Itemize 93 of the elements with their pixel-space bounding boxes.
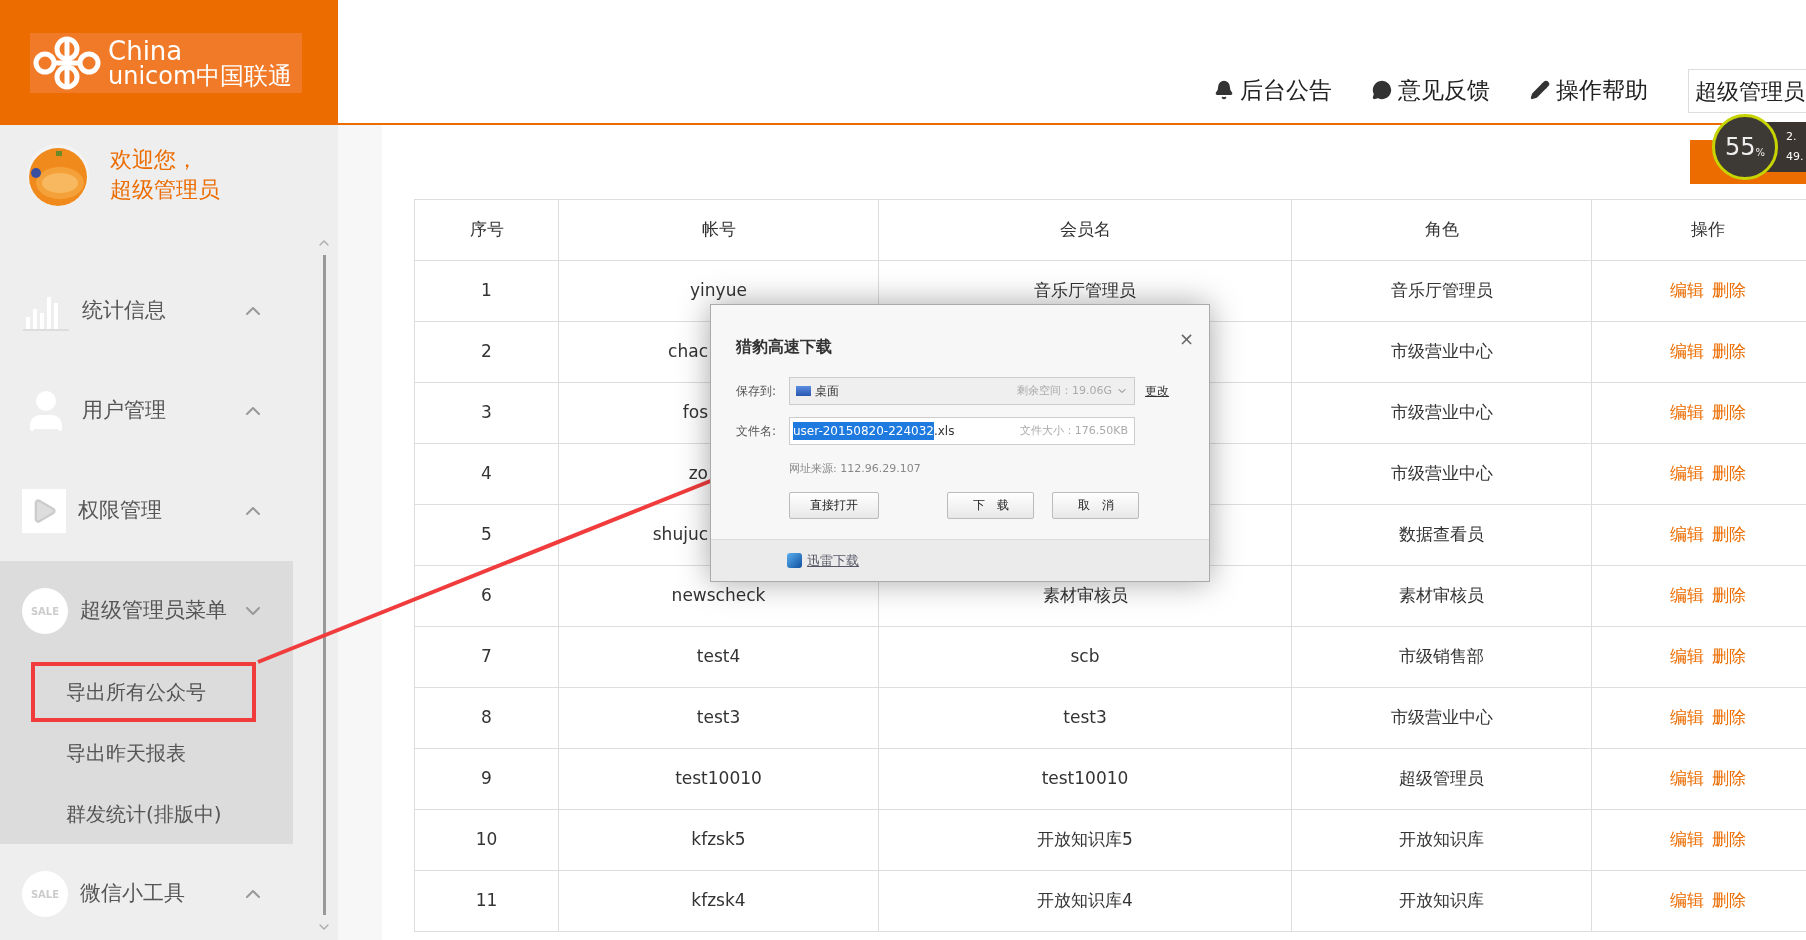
logo[interactable]: China unicom中国联通 — [30, 33, 302, 93]
table-cell: 市级营业中心 — [1292, 322, 1592, 383]
dialog-button[interactable]: 取 消 — [1052, 491, 1139, 519]
table-cell: test10010 — [559, 749, 879, 810]
action-link[interactable]: 删除 — [1711, 644, 1746, 670]
action-link[interactable]: 编辑 — [1669, 339, 1704, 365]
table-cell: kfzsk5 — [559, 810, 879, 871]
knot-logo-icon — [32, 35, 102, 91]
action-link[interactable]: 编辑 — [1669, 400, 1704, 426]
submenu-item[interactable]: 导出昨天报表 — [31, 722, 256, 783]
filename-field[interactable]: user-20150820-224032.xls 文件大小：176.50KB — [789, 417, 1135, 445]
table-cell: 4 — [415, 444, 559, 505]
submenu-item[interactable]: 导出所有公众号 — [31, 661, 256, 722]
table-cell: 7 — [415, 627, 559, 688]
play-icon — [22, 489, 66, 533]
action-link[interactable]: 编辑 — [1669, 888, 1704, 914]
table-cell: 2 — [415, 322, 559, 383]
header-link[interactable]: 操作帮助 — [1530, 72, 1648, 107]
action-link[interactable]: 编辑 — [1669, 583, 1704, 609]
dialog-button[interactable]: 下 载 — [947, 491, 1034, 519]
action-link[interactable]: 编辑 — [1669, 827, 1704, 853]
table-cell: 9 — [415, 749, 559, 810]
table-cell: 11 — [415, 871, 559, 932]
header-link[interactable]: 后台公告 — [1214, 72, 1332, 107]
table-cell: 市级销售部 — [1292, 627, 1592, 688]
thunder-icon — [787, 553, 802, 568]
logo-text: unicom中国联通 — [108, 64, 293, 88]
action-link[interactable]: 编辑 — [1669, 461, 1704, 487]
action-link[interactable]: 删除 — [1711, 583, 1746, 609]
chat-icon — [1372, 79, 1392, 100]
user-dropdown[interactable]: 超级管理员 — [1688, 69, 1806, 113]
logo-text: China — [108, 38, 183, 64]
sidebar-menu-item[interactable]: 统计信息 — [0, 261, 293, 361]
action-link[interactable]: 编辑 — [1669, 278, 1704, 304]
column-header: 角色 — [1292, 200, 1592, 261]
action-link[interactable]: 编辑 — [1669, 644, 1704, 670]
table-cell: test4 — [559, 627, 879, 688]
action-link[interactable]: 删除 — [1711, 827, 1746, 853]
scrollbar[interactable] — [323, 255, 326, 915]
action-link[interactable]: 删除 — [1711, 522, 1746, 548]
table-cell: 市级营业中心 — [1292, 688, 1592, 749]
table-cell: 开放知识库 — [1292, 871, 1592, 932]
table-cell: 音乐厅管理员 — [1292, 261, 1592, 322]
action-link[interactable]: 编辑 — [1669, 705, 1704, 731]
table-cell: 3 — [415, 383, 559, 444]
table-cell: 开放知识库4 — [879, 871, 1292, 932]
table-cell: 8 — [415, 688, 559, 749]
column-header: 会员名 — [879, 200, 1292, 261]
table-cell: 素材审核员 — [1292, 566, 1592, 627]
field-label: 文件名: — [736, 423, 778, 440]
action-link[interactable]: 删除 — [1711, 888, 1746, 914]
welcome-text: 超级管理员 — [110, 176, 220, 204]
table-cell: kfzsk4 — [559, 871, 879, 932]
table-cell: 市级营业中心 — [1292, 383, 1592, 444]
table-cell: 5 — [415, 505, 559, 566]
table-cell: test3 — [879, 688, 1292, 749]
action-link[interactable]: 删除 — [1711, 705, 1746, 731]
header-link[interactable]: 意见反馈 — [1372, 72, 1490, 107]
pencil-icon — [1530, 79, 1550, 100]
table-cell: 开放知识库 — [1292, 810, 1592, 871]
dialog-button[interactable]: 直接打开 — [789, 491, 879, 519]
upload-speed: 2. — [1786, 129, 1798, 145]
sidebar-menu-item[interactable]: 用户管理 — [0, 361, 293, 461]
folder-select[interactable]: 桌面 剩余空间：19.06G — [789, 377, 1135, 405]
table-cell: test10010 — [879, 749, 1292, 810]
sidebar-menu-item[interactable]: 权限管理 — [0, 461, 293, 561]
table-cell: 市级营业中心 — [1292, 444, 1592, 505]
column-header: 帐号 — [559, 200, 879, 261]
action-link[interactable]: 删除 — [1711, 278, 1746, 304]
action-link[interactable]: 删除 — [1711, 766, 1746, 792]
table-cell: test3 — [559, 688, 879, 749]
download-speed: 49. — [1786, 149, 1805, 165]
column-header: 序号 — [415, 200, 559, 261]
dialog-title: 猎豹高速下载 — [736, 336, 832, 358]
table-cell: 开放知识库5 — [879, 810, 1292, 871]
action-link[interactable]: 删除 — [1711, 339, 1746, 365]
action-link[interactable]: 删除 — [1711, 400, 1746, 426]
table-cell: 1 — [415, 261, 559, 322]
table-cell: 数据查看员 — [1292, 505, 1592, 566]
action-link[interactable]: 编辑 — [1669, 766, 1704, 792]
table-cell: 6 — [415, 566, 559, 627]
table-cell: 超级管理员 — [1292, 749, 1592, 810]
submenu-item[interactable]: 群发统计(排版中) — [31, 783, 256, 844]
action-link[interactable]: 删除 — [1711, 461, 1746, 487]
folder-icon — [796, 386, 811, 396]
welcome-text: 欢迎您， — [110, 146, 199, 174]
table-cell: scb — [879, 627, 1292, 688]
change-link[interactable]: 更改 — [1145, 382, 1169, 400]
bell-icon — [1214, 79, 1234, 100]
action-link[interactable]: 编辑 — [1669, 522, 1704, 548]
field-label: 保存到: — [736, 383, 778, 400]
table-cell: 10 — [415, 810, 559, 871]
column-header: 操作 — [1592, 200, 1806, 261]
